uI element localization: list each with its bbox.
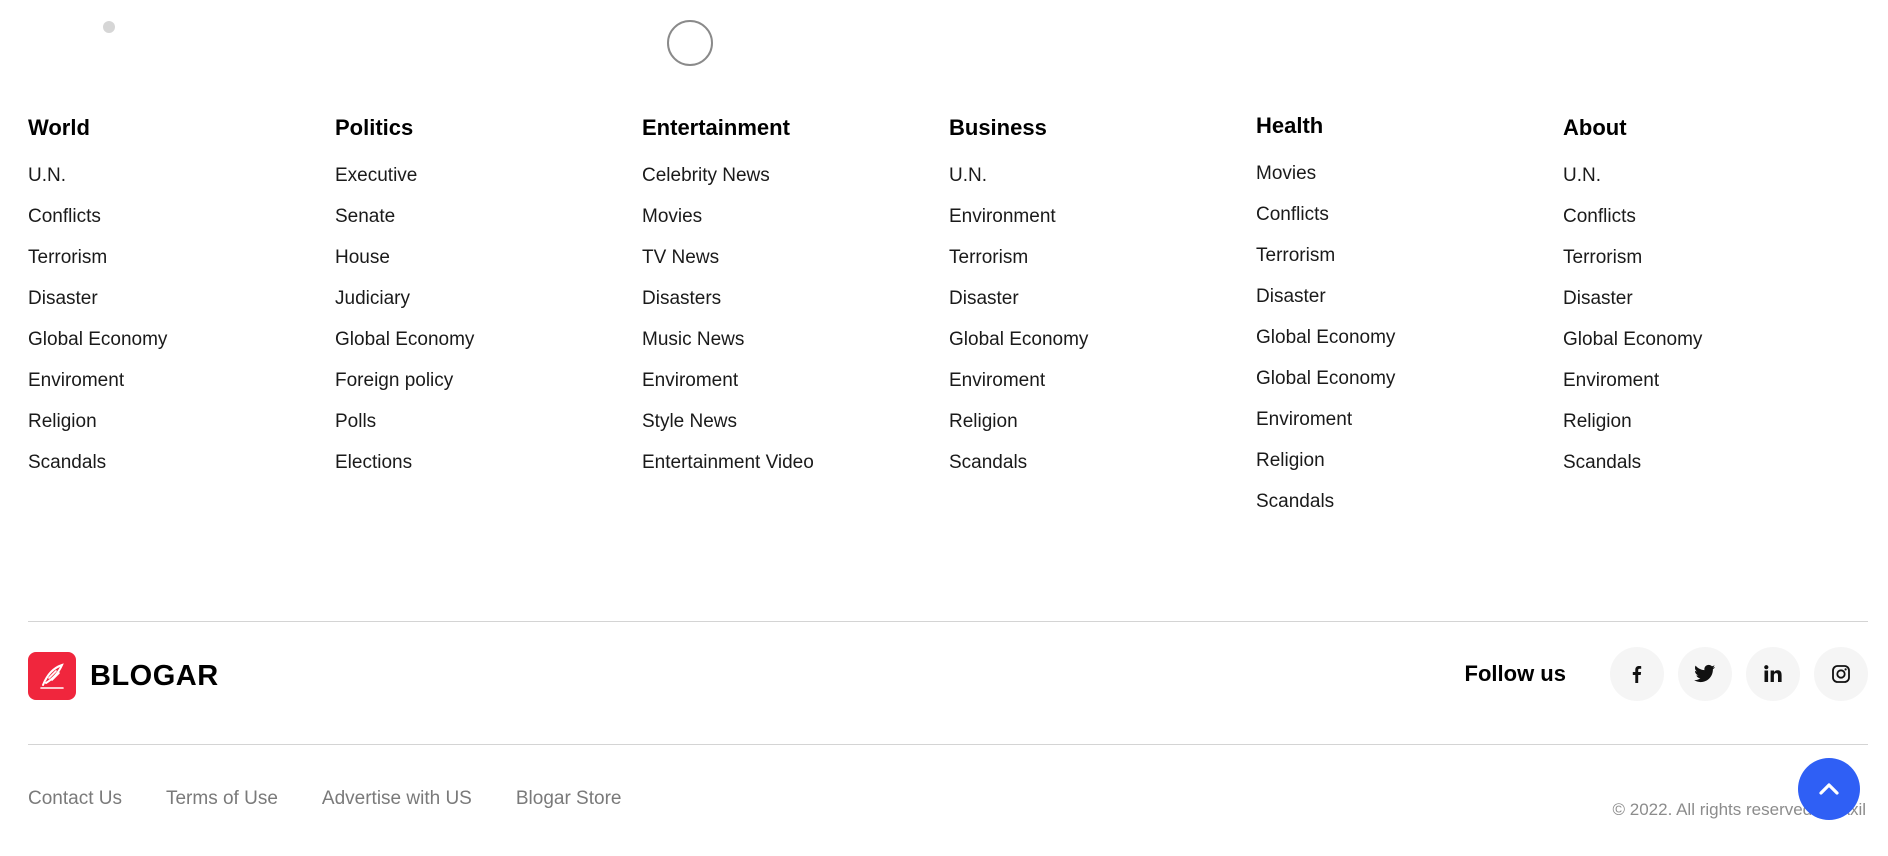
footer-link[interactable]: Terrorism — [1256, 245, 1335, 266]
footer-link[interactable]: Global Economy — [28, 329, 167, 350]
follow-us-section: Follow us — [1465, 647, 1868, 701]
footer-link[interactable]: Senate — [335, 206, 395, 227]
footer-link[interactable]: Terrorism — [1563, 247, 1642, 268]
footer-column-business: Business U.N. Environment Terrorism Disa… — [949, 113, 1256, 522]
footer-link[interactable]: Disaster — [1563, 288, 1633, 309]
footer-link[interactable]: TV News — [642, 247, 719, 268]
column-title: Business — [949, 115, 1047, 140]
advertise-link[interactable]: Advertise with US — [322, 788, 472, 810]
twitter-icon — [1694, 664, 1716, 683]
footer-link[interactable]: Movies — [642, 206, 702, 227]
footer-link[interactable]: Terrorism — [949, 247, 1028, 268]
footer-column-about: About U.N. Conflicts Terrorism Disaster … — [1563, 113, 1870, 522]
footer-link[interactable]: Scandals — [28, 452, 106, 473]
scroll-to-top-button[interactable] — [1798, 758, 1860, 820]
column-title: About — [1563, 115, 1627, 140]
instagram-icon — [1832, 665, 1850, 683]
chevron-up-icon — [1819, 783, 1839, 795]
footer-link[interactable]: Religion — [28, 411, 97, 432]
footer-divider — [28, 621, 1868, 622]
column-links: U.N. Environment Terrorism Disaster Glob… — [949, 155, 1256, 483]
facebook-button[interactable] — [1610, 647, 1664, 701]
footer-link[interactable]: Environment — [949, 206, 1056, 227]
footer-link[interactable]: Global Economy — [1256, 368, 1395, 389]
footer-link[interactable]: Religion — [949, 411, 1018, 432]
footer-link[interactable]: Celebrity News — [642, 165, 770, 186]
footer-link[interactable]: Disasters — [642, 288, 721, 309]
footer-link[interactable]: Enviroment — [949, 370, 1045, 391]
footer-link[interactable]: Disaster — [1256, 286, 1326, 307]
footer-column-entertainment: Entertainment Celebrity News Movies TV N… — [642, 113, 949, 522]
footer-link[interactable]: Scandals — [949, 452, 1027, 473]
bottom-links: Contact Us Terms of Use Advertise with U… — [28, 788, 665, 810]
footer-link[interactable]: Conflicts — [1256, 204, 1329, 225]
footer-page: World U.N. Conflicts Terrorism Disaster … — [0, 0, 1888, 856]
column-links: Movies Conflicts Terrorism Disaster Glob… — [1256, 153, 1563, 522]
feather-pen-icon — [28, 652, 76, 700]
footer-column-health: Health Movies Conflicts Terrorism Disast… — [1256, 111, 1563, 522]
footer-link[interactable]: Disaster — [28, 288, 98, 309]
column-title: Entertainment — [642, 115, 790, 140]
column-links: Executive Senate House Judiciary Global … — [335, 155, 642, 483]
footer-link[interactable]: Global Economy — [949, 329, 1088, 350]
footer-link[interactable]: Global Economy — [1563, 329, 1702, 350]
linkedin-icon — [1764, 665, 1782, 682]
column-title: Health — [1256, 113, 1324, 138]
decorative-ring — [667, 20, 713, 66]
footer-link[interactable]: Elections — [335, 452, 412, 473]
footer-link[interactable]: Religion — [1256, 450, 1325, 471]
twitter-button[interactable] — [1678, 647, 1732, 701]
decorative-dot — [103, 21, 115, 33]
footer-link[interactable]: Scandals — [1256, 491, 1334, 512]
footer-link[interactable]: U.N. — [28, 165, 66, 186]
brand-name: BLOGAR — [90, 659, 219, 692]
column-title: World — [28, 115, 90, 140]
linkedin-button[interactable] — [1746, 647, 1800, 701]
contact-us-link[interactable]: Contact Us — [28, 788, 122, 810]
column-links: U.N. Conflicts Terrorism Disaster Global… — [1563, 155, 1870, 483]
footer-link[interactable]: Style News — [642, 411, 737, 432]
facebook-icon — [1632, 666, 1642, 683]
column-links: U.N. Conflicts Terrorism Disaster Global… — [28, 155, 335, 483]
footer-link[interactable]: Enviroment — [642, 370, 738, 391]
footer-link[interactable]: Enviroment — [1563, 370, 1659, 391]
brand-logo-link[interactable]: BLOGAR — [28, 652, 219, 700]
terms-of-use-link[interactable]: Terms of Use — [166, 788, 278, 810]
footer-link[interactable]: Conflicts — [1563, 206, 1636, 227]
footer-link[interactable]: Scandals — [1563, 452, 1641, 473]
footer-link[interactable]: U.N. — [949, 165, 987, 186]
footer-link[interactable]: Music News — [642, 329, 744, 350]
footer-link[interactable]: Polls — [335, 411, 376, 432]
footer-link[interactable]: Movies — [1256, 163, 1316, 184]
footer-link[interactable]: Global Economy — [335, 329, 474, 350]
column-title: Politics — [335, 115, 414, 140]
footer-link[interactable]: Foreign policy — [335, 370, 453, 391]
footer-link[interactable]: Enviroment — [28, 370, 124, 391]
footer-link[interactable]: Disaster — [949, 288, 1019, 309]
footer-divider — [28, 744, 1868, 745]
footer-link[interactable]: Entertainment Video — [642, 452, 814, 473]
footer-link[interactable]: Judiciary — [335, 288, 410, 309]
footer-column-world: World U.N. Conflicts Terrorism Disaster … — [28, 113, 335, 522]
footer-link[interactable]: Conflicts — [28, 206, 101, 227]
footer-link[interactable]: House — [335, 247, 390, 268]
footer-link[interactable]: U.N. — [1563, 165, 1601, 186]
footer-column-politics: Politics Executive Senate House Judiciar… — [335, 113, 642, 522]
footer-link[interactable]: Enviroment — [1256, 409, 1352, 430]
footer-columns: World U.N. Conflicts Terrorism Disaster … — [28, 113, 1868, 522]
column-links: Celebrity News Movies TV News Disasters … — [642, 155, 949, 483]
instagram-button[interactable] — [1814, 647, 1868, 701]
footer-link[interactable]: Global Economy — [1256, 327, 1395, 348]
footer-link[interactable]: Terrorism — [28, 247, 107, 268]
follow-us-label: Follow us — [1464, 661, 1566, 686]
footer-link[interactable]: Religion — [1563, 411, 1632, 432]
footer-link[interactable]: Executive — [335, 165, 417, 186]
blogar-store-link[interactable]: Blogar Store — [516, 788, 622, 810]
